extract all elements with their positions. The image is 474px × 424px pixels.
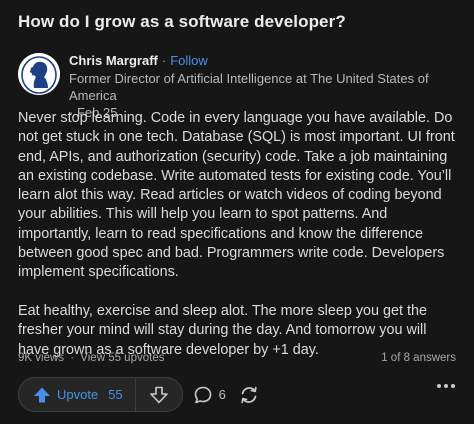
share-button[interactable] [238,384,260,406]
action-bar: Upvote 55 6 [18,377,260,412]
downvote-button[interactable] [136,378,182,411]
author-line: Chris Margraff · Follow [69,52,474,69]
comment-bubble-icon [194,386,211,403]
stats-row: 9K views · View 55 upvotes 1 of 8 answer… [18,352,456,364]
answer-page: How do I grow as a software developer? C… [0,0,474,424]
author-name[interactable]: Chris Margraff [69,52,158,69]
answer-body: Never stop learning. Code in every langu… [18,109,458,360]
follow-button[interactable]: Follow [170,52,208,69]
vote-pill: Upvote 55 [18,377,183,412]
answer-paragraph: Never stop learning. Code in every langu… [18,110,455,281]
stats-separator: · [70,352,75,364]
upvote-label: Upvote [57,387,99,402]
stats-left: 9K views · View 55 upvotes [18,352,164,364]
upvote-count: 55 [108,387,123,402]
author-avatar[interactable] [18,53,60,95]
dot-separator: · [161,53,167,68]
answer-position: 1 of 8 answers [381,352,456,364]
comment-button[interactable]: 6 [193,385,226,405]
view-upvotes-link[interactable]: View 55 upvotes [80,352,164,364]
more-horizontal-icon [437,384,455,388]
view-count: 9K views [18,352,65,364]
author-credential[interactable]: Former Director of Artificial Intelligen… [69,70,474,104]
downvote-arrow-icon [149,386,168,403]
upvote-button[interactable]: Upvote 55 [19,378,135,411]
comment-count: 6 [218,387,226,402]
share-cycle-icon [241,386,257,403]
silhouette-portrait-icon [18,53,60,95]
more-options-button[interactable] [436,383,456,389]
upvote-arrow-icon [34,387,50,402]
question-title[interactable]: How do I grow as a software developer? [18,12,346,32]
